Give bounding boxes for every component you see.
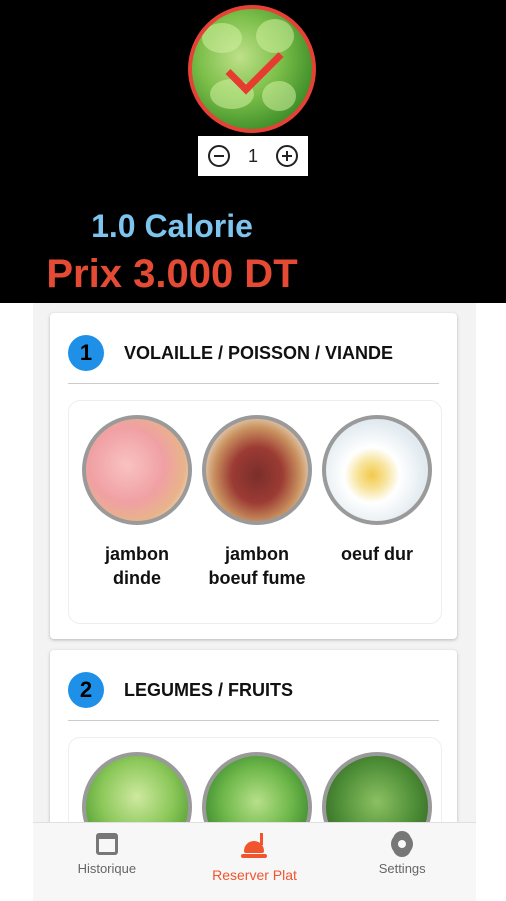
- categories-list[interactable]: 1 VOLAILLE / POISSON / VIANDE jambon din…: [33, 303, 476, 823]
- calendar-icon: [95, 833, 118, 855]
- serving-dish-icon: [240, 833, 270, 861]
- item-jambon-dinde[interactable]: jambon dinde: [77, 415, 197, 590]
- calories-text: 1.0 Calorie: [91, 208, 253, 244]
- selected-salad-image[interactable]: [188, 5, 316, 133]
- nav-historique[interactable]: Historique: [33, 823, 181, 901]
- item-arugula[interactable]: [317, 752, 437, 823]
- item-label: jambon dinde: [104, 544, 169, 588]
- items-carousel[interactable]: [68, 737, 442, 823]
- category-card-volaille: 1 VOLAILLE / POISSON / VIANDE jambon din…: [50, 313, 457, 639]
- divider: [68, 383, 439, 384]
- nav-label: Historique: [77, 861, 137, 876]
- item-image: [322, 415, 432, 525]
- gear-icon: [391, 833, 414, 855]
- item-salad[interactable]: [197, 752, 317, 823]
- item-jambon-boeuf-fume[interactable]: jambon boeuf fume: [197, 415, 317, 590]
- increment-button[interactable]: [275, 145, 298, 167]
- quantity-stepper: 1: [198, 136, 308, 176]
- divider: [68, 720, 439, 721]
- item-image: [202, 752, 312, 823]
- category-number-badge: 2: [68, 672, 104, 708]
- item-label: oeuf dur: [341, 544, 413, 564]
- nav-settings[interactable]: Settings: [328, 823, 476, 901]
- item-image: [322, 752, 432, 823]
- category-title: VOLAILLE / POISSON / VIANDE: [124, 342, 394, 363]
- price-text: Prix 3.000 DT: [46, 252, 298, 296]
- nav-label: Settings: [378, 861, 426, 876]
- item-image: [202, 415, 312, 525]
- hero-header: 1 1.0 Calorie Prix 3.000 DT: [0, 0, 506, 303]
- nav-reserver-plat[interactable]: Reserver Plat: [181, 823, 329, 901]
- quantity-value: 1: [247, 145, 258, 166]
- category-title: LEGUMES / FRUITS: [124, 679, 294, 700]
- item-label: jambon boeuf fume: [208, 544, 306, 588]
- bottom-navigation: Historique Reserver Plat Settings: [33, 822, 476, 901]
- decrement-button[interactable]: [208, 145, 230, 167]
- category-number-badge: 1: [68, 335, 104, 371]
- category-card-legumes: 2 LEGUMES / FRUITS: [50, 650, 457, 823]
- item-image: [82, 415, 192, 525]
- nav-label: Reserver Plat: [212, 867, 297, 883]
- item-oeuf-dur[interactable]: oeuf dur: [317, 415, 437, 566]
- items-carousel[interactable]: jambon dinde jambon boeuf fume oeuf dur: [68, 400, 442, 624]
- item-image: [82, 752, 192, 823]
- item-lettuce[interactable]: [77, 752, 197, 823]
